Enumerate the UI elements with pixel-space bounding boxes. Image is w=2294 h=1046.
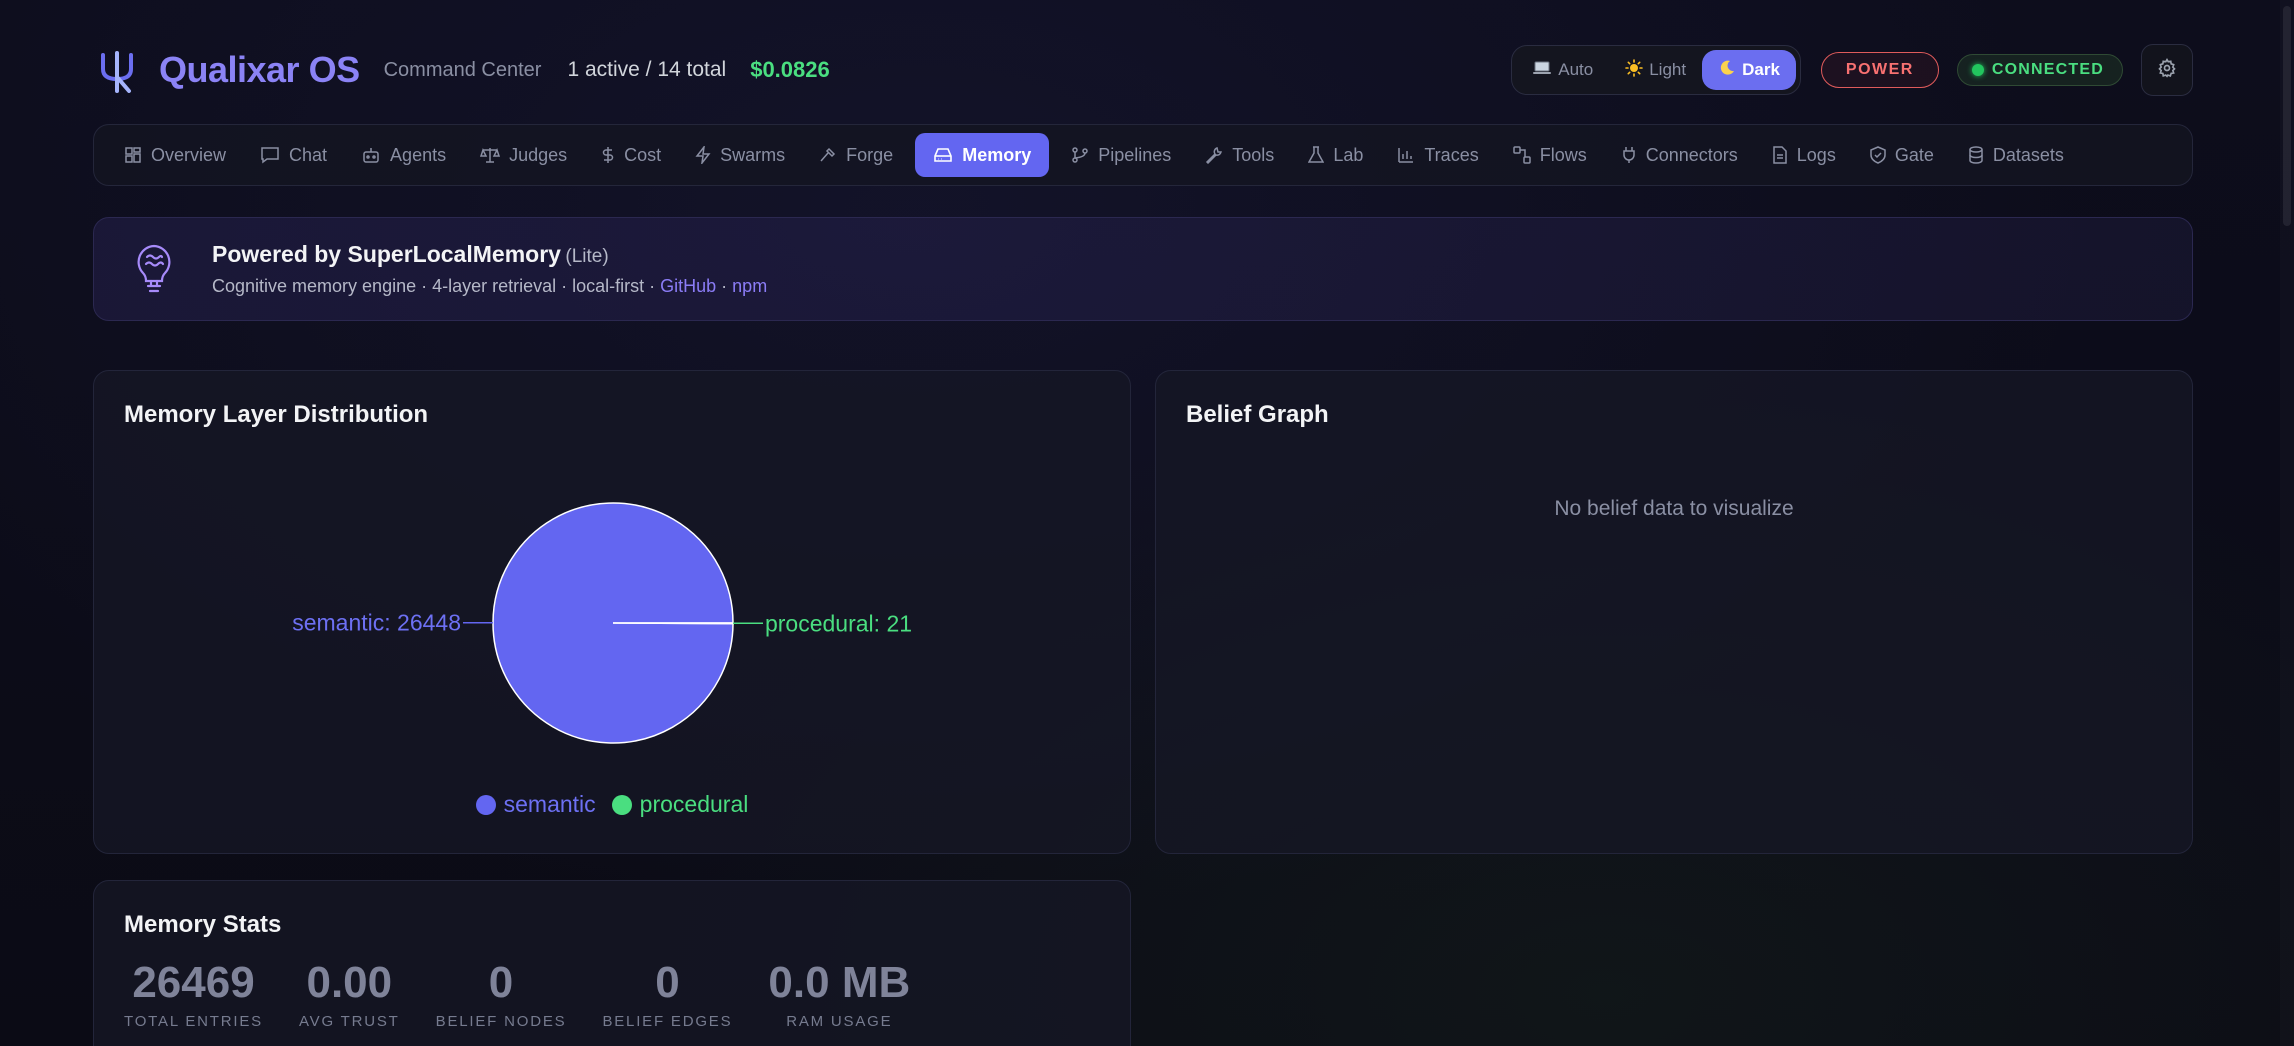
status-dot-icon: [1971, 64, 1984, 76]
banner-description: Cognitive memory engine · 4-layer retrie…: [212, 276, 768, 296]
tab-memory[interactable]: Memory: [915, 133, 1050, 177]
memory-layer-card: Memory Layer Distribution semantic: 2644…: [93, 370, 1131, 854]
branch-icon: [1072, 147, 1088, 163]
tab-logs[interactable]: Logs: [1760, 133, 1848, 177]
banner-tag: (Lite): [565, 246, 609, 267]
memory-stats-card: Memory Stats 26469 TOTAL ENTRIES 0.00 AV…: [93, 880, 1131, 1046]
drive-icon: [934, 148, 953, 162]
sun-icon: [1625, 58, 1644, 82]
dollar-icon: [602, 147, 614, 163]
banner-title: Powered by SuperLocalMemory: [212, 241, 561, 267]
legend-item-semantic[interactable]: semantic: [475, 791, 596, 818]
document-icon: [1773, 146, 1787, 164]
scale-icon: [480, 148, 501, 163]
theme-switcher: Auto Light Dark: [1511, 45, 1801, 95]
hammer-icon: [820, 147, 836, 162]
stat-belief-edges: 0 BELIEF EDGES: [602, 958, 733, 1031]
tab-lab[interactable]: Lab: [1296, 133, 1375, 177]
connection-status-badge: CONNECTED: [1956, 54, 2123, 86]
tab-chat[interactable]: Chat: [248, 133, 339, 177]
memory-stats-title: Memory Stats: [124, 911, 282, 938]
belief-graph-card: Belief Graph No belief data to visualize: [1155, 370, 2193, 854]
stat-belief-nodes: 0 BELIEF NODES: [435, 958, 567, 1031]
moon-icon: [1718, 59, 1736, 82]
gear-icon: [2157, 57, 2177, 83]
robot-icon: [363, 148, 379, 163]
theme-light-button[interactable]: Light: [1609, 50, 1702, 90]
lightning-icon: [695, 146, 711, 164]
stat-ram-usage: 0.0 MB RAM USAGE: [768, 958, 911, 1031]
belief-graph-title: Belief Graph: [1186, 401, 1329, 428]
stat-total-entries: 26469 TOTAL ENTRIES: [124, 958, 263, 1031]
tab-cost[interactable]: Cost: [589, 133, 673, 177]
settings-button[interactable]: [2141, 44, 2193, 96]
page-scrollbar[interactable]: [2280, 0, 2294, 1046]
tab-agents[interactable]: Agents: [349, 133, 458, 177]
wrench-icon: [1206, 147, 1223, 164]
belief-graph-empty-message: No belief data to visualize: [1554, 497, 1794, 520]
chat-icon: [261, 147, 279, 164]
power-mode-badge[interactable]: POWER: [1820, 52, 1939, 88]
tab-forge[interactable]: Forge: [807, 133, 905, 177]
app-subtitle: Command Center: [383, 58, 542, 81]
grid-icon: [125, 147, 141, 163]
shield-icon: [1870, 146, 1886, 164]
laptop-icon: [1532, 60, 1552, 81]
legend-dot-semantic: [475, 794, 496, 815]
slice-label-semantic: semantic: 26448: [292, 610, 461, 636]
tab-overview[interactable]: Overview: [112, 133, 238, 177]
main-nav: Overview Chat Agents Judges Cost Swarms …: [93, 124, 2193, 186]
tab-connectors[interactable]: Connectors: [1609, 133, 1750, 177]
stat-avg-trust: 0.00 AVG TRUST: [298, 958, 400, 1031]
legend-dot-procedural: [611, 794, 632, 815]
bar-chart-icon: [1398, 148, 1414, 163]
database-icon: [1969, 146, 1983, 164]
total-cost: $0.0826: [750, 57, 830, 82]
memory-layer-pie-chart: semantic: 26448 procedural: 21: [292, 502, 912, 744]
tab-tools[interactable]: Tools: [1193, 133, 1286, 177]
scrollbar-thumb[interactable]: [2283, 6, 2291, 226]
tab-pipelines[interactable]: Pipelines: [1059, 133, 1183, 177]
app-title: Qualixar OS: [159, 49, 360, 90]
memory-engine-banner: Powered by SuperLocalMemory (Lite) Cogni…: [93, 217, 2193, 321]
header: Qualixar OS Command Center 1 active / 14…: [93, 44, 2193, 96]
theme-auto-button[interactable]: Auto: [1516, 50, 1609, 90]
theme-dark-button[interactable]: Dark: [1702, 50, 1796, 90]
pie-slice-procedural[interactable]: [612, 622, 734, 625]
flow-icon: [1512, 146, 1531, 164]
npm-link[interactable]: npm: [732, 276, 767, 296]
tab-flows[interactable]: Flows: [1501, 133, 1599, 177]
agent-stats: 1 active / 14 total: [567, 58, 727, 81]
tab-swarms[interactable]: Swarms: [683, 133, 797, 177]
slice-label-procedural: procedural: 21: [765, 610, 912, 636]
tab-traces[interactable]: Traces: [1385, 133, 1490, 177]
plug-icon: [1622, 147, 1635, 163]
github-link[interactable]: GitHub: [660, 276, 716, 296]
tab-gate[interactable]: Gate: [1858, 133, 1946, 177]
qualixar-logo-icon: [93, 44, 141, 96]
tab-judges[interactable]: Judges: [468, 133, 579, 177]
flask-icon: [1308, 146, 1325, 163]
tab-datasets[interactable]: Datasets: [1956, 133, 2076, 177]
legend-item-procedural[interactable]: procedural: [611, 791, 748, 818]
chart-legend: semantic procedural: [94, 791, 1130, 818]
brain-bulb-icon: [132, 241, 176, 297]
